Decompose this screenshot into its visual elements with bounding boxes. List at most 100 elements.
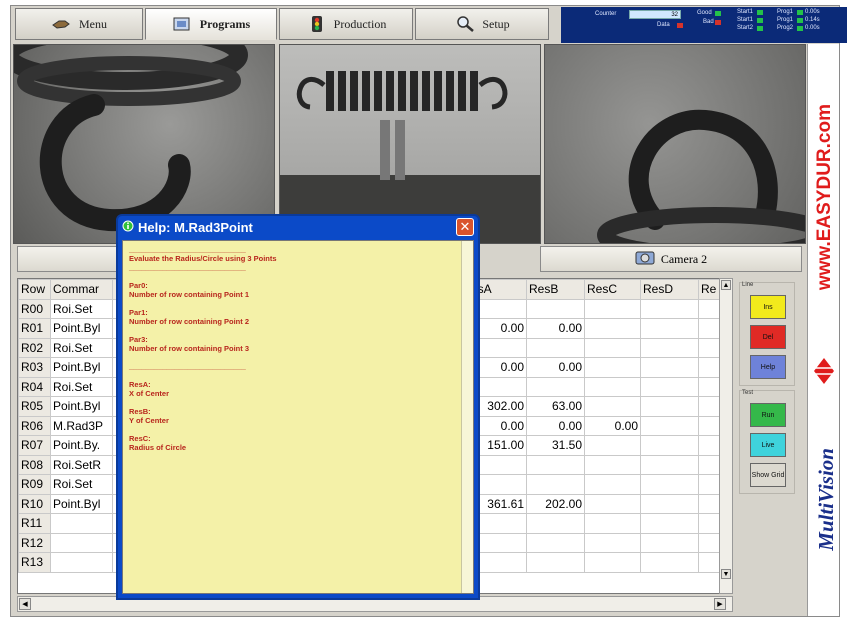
resd-cell[interactable] [640,552,699,573]
resd-cell[interactable] [640,298,699,319]
tab-programs[interactable]: Programs [145,8,277,40]
resc-cell[interactable] [584,357,641,378]
resb-cell[interactable]: 31.50 [526,435,585,456]
resc-cell[interactable] [584,298,641,319]
command-cell[interactable]: Roi.SetR [50,454,113,475]
help-line: ____________________________ [129,362,246,371]
resb-cell[interactable]: 0.00 [526,415,585,436]
grid-vertical-scrollbar[interactable]: ▲ ▼ [719,278,733,594]
resc-cell[interactable] [584,552,641,573]
row-header[interactable]: R01 [18,318,51,339]
row-header[interactable]: R05 [18,396,51,417]
resc-cell[interactable] [584,532,641,553]
resc-cell[interactable] [584,396,641,417]
command-cell[interactable]: Point.By. [50,435,113,456]
resc-cell[interactable] [584,376,641,397]
resb-cell[interactable] [526,298,585,319]
command-cell[interactable]: Roi.Set [50,337,113,358]
scroll-left-arrow-icon[interactable]: ◀ [19,598,31,610]
ins-button[interactable]: Ins [750,295,786,319]
col-row[interactable]: Row [18,279,51,300]
col-resc[interactable]: ResC [584,279,641,300]
resd-cell[interactable] [640,396,699,417]
resb-cell[interactable] [526,532,585,553]
resb-cell[interactable]: 0.00 [526,357,585,378]
resd-cell[interactable] [640,474,699,495]
resc-cell[interactable]: 0.00 [584,415,641,436]
resb-cell[interactable] [526,454,585,475]
command-cell[interactable] [50,552,113,573]
camera-tab-2[interactable]: Camera 2 [540,246,802,272]
resd-cell[interactable] [640,318,699,339]
row-header[interactable]: R10 [18,493,51,514]
col-command[interactable]: Commar [50,279,113,300]
command-cell[interactable]: Roi.Set [50,376,113,397]
start-label-1: Start1 [737,9,754,15]
help-dialog-titlebar[interactable]: Help: M.Rad3Point [118,216,478,238]
close-icon[interactable]: ✕ [456,218,474,236]
live-button[interactable]: Live [750,433,786,457]
command-cell[interactable] [50,532,113,553]
del-button[interactable]: Del [750,325,786,349]
row-header[interactable]: R12 [18,532,51,553]
resd-cell[interactable] [640,493,699,514]
command-cell[interactable]: Point.Byl [50,318,113,339]
help-button[interactable]: Help [750,355,786,379]
col-resd[interactable]: ResD [640,279,699,300]
tab-setup[interactable]: Setup [415,8,549,40]
resc-cell[interactable] [584,337,641,358]
scroll-up-arrow-icon[interactable]: ▲ [721,280,731,290]
resb-cell[interactable] [526,376,585,397]
resd-cell[interactable] [640,532,699,553]
camera-image-3[interactable] [544,44,806,244]
resb-cell[interactable]: 202.00 [526,493,585,514]
resb-cell[interactable] [526,513,585,534]
resd-cell[interactable] [640,435,699,456]
help-scrollbar[interactable] [461,241,473,593]
scroll-down-arrow-icon[interactable]: ▼ [721,569,731,579]
show-grid-button[interactable]: Show Grid [750,463,786,487]
command-cell[interactable]: Point.Byl [50,396,113,417]
row-header[interactable]: R02 [18,337,51,358]
row-header[interactable]: R08 [18,454,51,475]
resc-cell[interactable] [584,513,641,534]
resb-cell[interactable] [526,552,585,573]
resc-cell[interactable] [584,454,641,475]
row-header[interactable]: R04 [18,376,51,397]
command-cell[interactable] [50,513,113,534]
resb-cell[interactable] [526,337,585,358]
camera-tab-2-label: Camera 2 [660,251,708,266]
resc-cell[interactable] [584,318,641,339]
row-header[interactable]: R09 [18,474,51,495]
row-header[interactable]: R00 [18,298,51,319]
prog-lamp-2 [797,18,803,23]
resc-cell[interactable] [584,493,641,514]
row-header[interactable]: R06 [18,415,51,436]
resb-cell[interactable] [526,474,585,495]
resd-cell[interactable] [640,415,699,436]
row-header[interactable]: R03 [18,357,51,378]
run-button[interactable]: Run [750,403,786,427]
resb-cell[interactable]: 0.00 [526,318,585,339]
command-cell[interactable]: Point.Byl [50,357,113,378]
command-cell[interactable]: Point.Byl [50,493,113,514]
resd-cell[interactable] [640,454,699,475]
command-cell[interactable]: M.Rad3P [50,415,113,436]
scroll-right-arrow-icon[interactable]: ▶ [714,598,726,610]
tab-menu[interactable]: Menu [15,8,143,40]
resc-cell[interactable] [584,474,641,495]
row-header[interactable]: R07 [18,435,51,456]
row-header[interactable]: R13 [18,552,51,573]
command-cell[interactable]: Roi.Set [50,298,113,319]
resc-cell[interactable] [584,435,641,456]
command-cell[interactable]: Roi.Set [50,474,113,495]
resd-cell[interactable] [640,376,699,397]
help-line: Radius of Circle [129,443,187,452]
row-header[interactable]: R11 [18,513,51,534]
resd-cell[interactable] [640,513,699,534]
resd-cell[interactable] [640,337,699,358]
resb-cell[interactable]: 63.00 [526,396,585,417]
resd-cell[interactable] [640,357,699,378]
col-resb[interactable]: ResB [526,279,585,300]
tab-production[interactable]: Production [279,8,413,40]
